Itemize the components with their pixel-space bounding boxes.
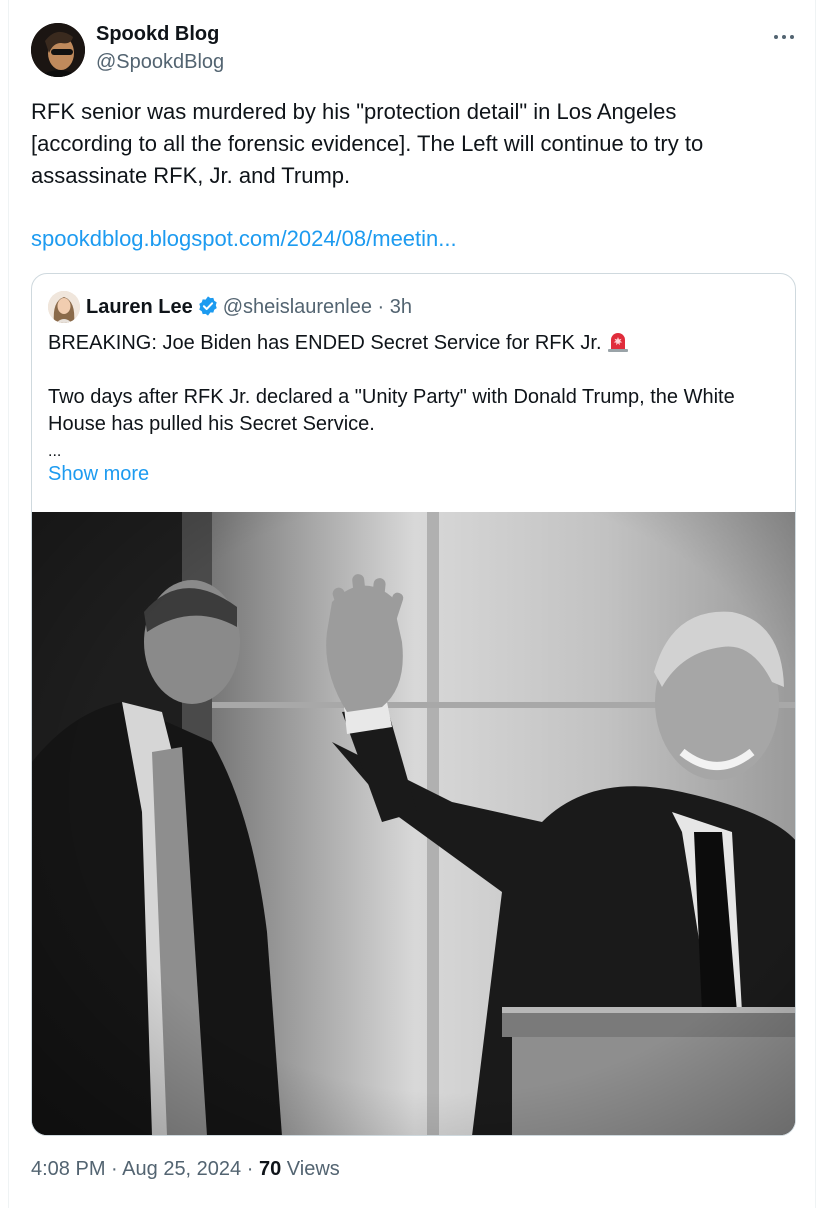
quote-author-handle[interactable]: @sheislaurenlee (223, 296, 372, 318)
author-name[interactable]: Spookd Blog (96, 23, 219, 46)
rotating-light-emoji (606, 329, 630, 353)
user-avatar-photo (48, 291, 80, 323)
black-and-white-photo-man-waving-with-bodyguard (32, 512, 795, 1135)
quote-header: Lauren Lee @sheislaurenlee · 3h (86, 295, 413, 318)
quote-timestamp[interactable]: 3h (390, 296, 412, 318)
quote-author-name[interactable]: Lauren Lee (86, 296, 193, 318)
tweet-text: RFK senior was murdered by his "protecti… (31, 96, 791, 192)
author-handle[interactable]: @SpookdBlog (96, 51, 224, 74)
tweet-link[interactable]: spookdblog.blogspot.com/2024/08/meetin..… (31, 226, 457, 252)
user-avatar-photo (31, 23, 85, 77)
quote-text: BREAKING: Joe Biden has ENDED Secret Ser… (48, 329, 778, 465)
tweet-date[interactable]: Aug 25, 2024 (122, 1158, 241, 1180)
tweet-text-line: RFK senior was murdered by his "protecti… (31, 99, 677, 124)
show-more-link[interactable]: Show more (48, 463, 149, 486)
tweet-text-line: assassinate RFK, Jr. and Trump. (31, 163, 351, 188)
quoted-tweet[interactable]: Lauren Lee @sheislaurenlee · 3h BREAKING:… (31, 273, 796, 1136)
verified-badge-icon (197, 295, 219, 317)
tweet-text-line: [according to all the forensic evidence]… (31, 131, 704, 156)
author-avatar[interactable] (31, 23, 85, 77)
views-count: 70 (258, 1158, 282, 1180)
tweet-meta: 4:08 PM · Aug 25, 2024 · 70 Views (31, 1158, 340, 1180)
more-options-button[interactable] (770, 24, 800, 48)
views-label: Views (286, 1158, 340, 1180)
quote-photo[interactable] (32, 512, 795, 1135)
tweet-time[interactable]: 4:08 PM (31, 1158, 105, 1180)
more-horizontal-icon (774, 35, 778, 39)
quote-author-avatar[interactable] (48, 291, 80, 323)
